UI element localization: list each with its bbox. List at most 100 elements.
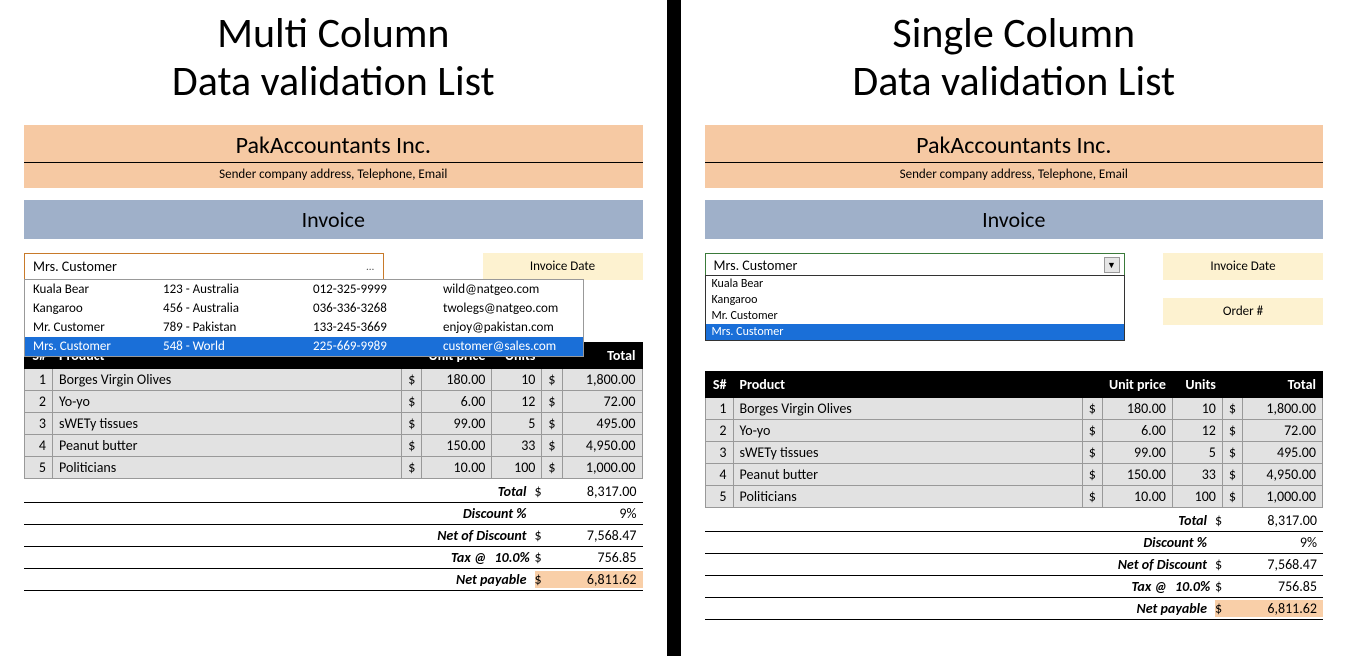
cell-price[interactable]: 99.00	[1102, 441, 1172, 463]
cell-cur[interactable]: $	[1222, 419, 1242, 441]
cell-cur[interactable]: $	[1082, 419, 1102, 441]
cell-cur[interactable]: $	[1222, 463, 1242, 485]
cell-cur[interactable]: $	[542, 456, 562, 478]
cell-cur[interactable]: $	[402, 456, 422, 478]
cell-units[interactable]: 10	[492, 368, 542, 390]
cell-cur[interactable]: $	[542, 368, 562, 390]
customer-single-list[interactable]: Kuala Bear Kangaroo Mr. Customer Mrs. Cu…	[705, 275, 1125, 341]
cell-cur[interactable]: $	[1222, 441, 1242, 463]
cell-product[interactable]: Yo-yo	[53, 390, 402, 412]
table-row[interactable]: 4Peanut butter$150.0033$4,950.00	[25, 434, 643, 456]
dd-row[interactable]: Kuala Bear	[706, 276, 1124, 292]
cell-product[interactable]: Politicians	[53, 456, 402, 478]
table-row[interactable]: 5Politicians$10.00100$1,000.00	[25, 456, 643, 478]
cell-sn[interactable]: 1	[705, 397, 733, 419]
cell-sn[interactable]: 3	[25, 412, 53, 434]
cell-price[interactable]: 180.00	[422, 368, 492, 390]
customer-multi-list[interactable]: Kuala Bear 123 - Australia 012-325-9999 …	[24, 279, 584, 357]
dd-row[interactable]: Kangaroo	[706, 292, 1124, 308]
cell-total[interactable]: 1,800.00	[1243, 397, 1323, 419]
cell-price[interactable]: 6.00	[422, 390, 492, 412]
cell-price[interactable]: 150.00	[422, 434, 492, 456]
cell-cur[interactable]: $	[402, 368, 422, 390]
cell-cur[interactable]: $	[542, 390, 562, 412]
chevron-down-icon[interactable]: ▼	[1104, 257, 1120, 273]
cell-sn[interactable]: 3	[705, 441, 733, 463]
cell-cur[interactable]: $	[1082, 463, 1102, 485]
cell-sn[interactable]: 1	[25, 368, 53, 390]
cell-product[interactable]: Politicians	[733, 485, 1082, 507]
cell-sn[interactable]: 5	[705, 485, 733, 507]
cell-price[interactable]: 150.00	[1102, 463, 1172, 485]
cell-units[interactable]: 10	[1172, 397, 1222, 419]
right-title: Single Column Data validation List	[705, 10, 1324, 107]
cell-price[interactable]: 99.00	[422, 412, 492, 434]
cell-cur[interactable]: $	[402, 434, 422, 456]
table-row[interactable]: 2Yo-yo$6.0012$72.00	[25, 390, 643, 412]
table-row[interactable]: 5Politicians$10.00100$1,000.00	[705, 485, 1323, 507]
cell-units[interactable]: 100	[492, 456, 542, 478]
cell-product[interactable]: Peanut butter	[53, 434, 402, 456]
dd-row[interactable]: Kangaroo 456 - Australia 036-336-3268 tw…	[25, 299, 583, 318]
cell-sn[interactable]: 4	[705, 463, 733, 485]
cell-cur[interactable]: $	[1222, 485, 1242, 507]
table-row[interactable]: 3sWETy tissues$99.005$495.00	[25, 412, 643, 434]
table-row[interactable]: 4Peanut butter$150.0033$4,950.00	[705, 463, 1323, 485]
dd-row[interactable]: Mr. Customer	[706, 308, 1124, 324]
ellipsis-icon[interactable]: …	[366, 260, 375, 273]
table-row[interactable]: 1Borges Virgin Olives$180.0010$1,800.00	[705, 397, 1323, 419]
cell-cur[interactable]: $	[402, 412, 422, 434]
customer-single-dropdown[interactable]: Mrs. Customer ▼ Kuala Bear Kangaroo Mr. …	[705, 253, 1154, 278]
cell-cur[interactable]: $	[542, 434, 562, 456]
cell-sn[interactable]: 2	[705, 419, 733, 441]
customer-multi-dropdown[interactable]: Mrs. Customer … Kuala Bear 123 - Austral…	[24, 253, 473, 280]
cell-total[interactable]: 72.00	[562, 390, 642, 412]
cell-product[interactable]: Borges Virgin Olives	[733, 397, 1082, 419]
cell-price[interactable]: 180.00	[1102, 397, 1172, 419]
cell-units[interactable]: 5	[1172, 441, 1222, 463]
cell-cur[interactable]: $	[1082, 397, 1102, 419]
cell-sn[interactable]: 2	[25, 390, 53, 412]
cell-cur[interactable]: $	[1082, 441, 1102, 463]
left-title-line1: Multi Column	[217, 8, 449, 59]
cell-total[interactable]: 1,000.00	[562, 456, 642, 478]
cell-total[interactable]: 1,000.00	[1243, 485, 1323, 507]
cell-price[interactable]: 6.00	[1102, 419, 1172, 441]
cell-price[interactable]: 10.00	[422, 456, 492, 478]
sum-discount-label: Discount %	[235, 505, 535, 522]
cell-total[interactable]: 495.00	[1243, 441, 1323, 463]
cell-units[interactable]: 33	[492, 434, 542, 456]
cell-product[interactable]: sWETy tissues	[53, 412, 402, 434]
invoice-band: Invoice	[24, 200, 643, 239]
cell-total[interactable]: 495.00	[562, 412, 642, 434]
cell-total[interactable]: 4,950.00	[562, 434, 642, 456]
cell-units[interactable]: 100	[1172, 485, 1222, 507]
cell-price[interactable]: 10.00	[1102, 485, 1172, 507]
cell-cur[interactable]: $	[1222, 397, 1242, 419]
dd-row-selected[interactable]: Mrs. Customer 548 - World 225-669-9989 c…	[25, 337, 583, 356]
cell-product[interactable]: Yo-yo	[733, 419, 1082, 441]
cell-sn[interactable]: 4	[25, 434, 53, 456]
cell-product[interactable]: sWETy tissues	[733, 441, 1082, 463]
cell-total[interactable]: 4,950.00	[1243, 463, 1323, 485]
cell-product[interactable]: Peanut butter	[733, 463, 1082, 485]
table-row[interactable]: 2Yo-yo$6.0012$72.00	[705, 419, 1323, 441]
cell-sn[interactable]: 5	[25, 456, 53, 478]
table-row[interactable]: 1Borges Virgin Olives$180.0010$1,800.00	[25, 368, 643, 390]
table-row[interactable]: 3sWETy tissues$99.005$495.00	[705, 441, 1323, 463]
dd-row-selected[interactable]: Mrs. Customer	[706, 324, 1124, 340]
cell-units[interactable]: 12	[492, 390, 542, 412]
cell-cur[interactable]: $	[402, 390, 422, 412]
cell-cur[interactable]: $	[1082, 485, 1102, 507]
cell-product[interactable]: Borges Virgin Olives	[53, 368, 402, 390]
customer-multi-input[interactable]: Mrs. Customer …	[24, 253, 384, 280]
cell-units[interactable]: 12	[1172, 419, 1222, 441]
cell-units[interactable]: 33	[1172, 463, 1222, 485]
invoice-date-label: Invoice Date	[483, 253, 643, 280]
cell-total[interactable]: 1,800.00	[562, 368, 642, 390]
dd-row[interactable]: Mr. Customer 789 - Pakistan 133-245-3669…	[25, 318, 583, 337]
cell-total[interactable]: 72.00	[1243, 419, 1323, 441]
cell-units[interactable]: 5	[492, 412, 542, 434]
dd-row[interactable]: Kuala Bear 123 - Australia 012-325-9999 …	[25, 280, 583, 299]
cell-cur[interactable]: $	[542, 412, 562, 434]
